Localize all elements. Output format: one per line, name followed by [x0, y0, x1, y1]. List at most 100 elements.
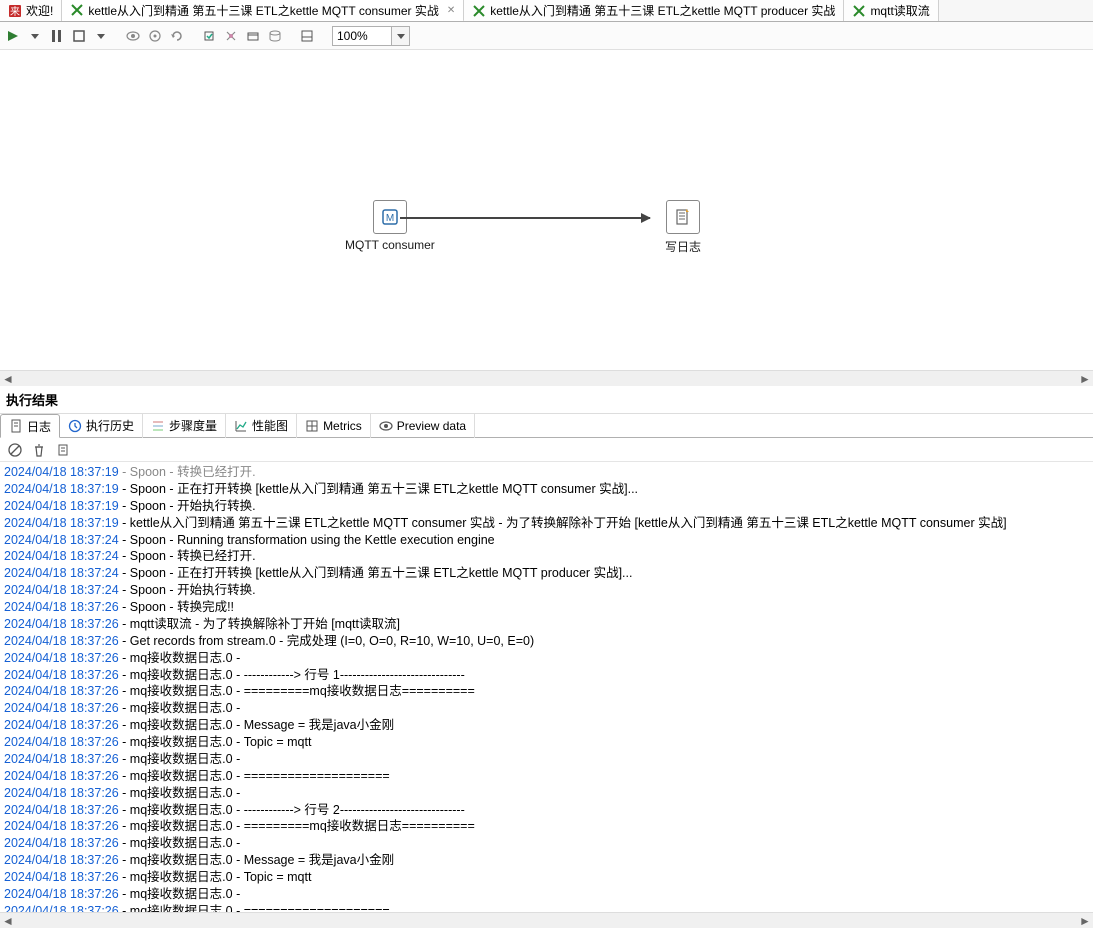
trans-icon [472, 4, 486, 18]
trans-icon [70, 3, 84, 17]
log-message: - mq接收数据日志.0 - Message = 我是java小金刚 [119, 853, 394, 867]
tab-label: 性能图 [252, 417, 288, 434]
log-toolbar [0, 438, 1093, 462]
zoom-input[interactable] [332, 26, 392, 46]
show-results-button[interactable] [298, 27, 316, 45]
log-timestamp: 2024/04/18 18:37:26 [4, 701, 119, 715]
tab-label: 欢迎! [26, 2, 53, 19]
replay-button[interactable] [168, 27, 186, 45]
results-tab-log[interactable]: 日志 [0, 414, 60, 438]
stop-button[interactable] [70, 27, 88, 45]
log-line: 2024/04/18 18:37:26 - mq接收数据日志.0 - Messa… [4, 852, 1089, 869]
doc-icon [9, 419, 23, 433]
results-tab-metrics[interactable]: Metrics [297, 414, 371, 438]
log-message: - Get records from stream.0 - 完成处理 (I=0,… [119, 634, 534, 648]
log-message: - mq接收数据日志.0 - Topic = mqtt [119, 735, 312, 749]
eye-icon [379, 421, 393, 431]
log-output[interactable]: 2024/04/18 18:37:19 - Spoon - 转换已经打开.202… [0, 462, 1093, 912]
log-line: 2024/04/18 18:37:26 - mq接收数据日志.0 - Topic… [4, 734, 1089, 751]
log-message: - mq接收数据日志.0 - [119, 752, 241, 766]
results-tab-preview[interactable]: Preview data [371, 414, 475, 438]
log-stop-button[interactable] [6, 441, 24, 459]
log-line: 2024/04/18 18:37:26 - mq接收数据日志.0 - [4, 650, 1089, 667]
log-message: - mq接收数据日志.0 - [119, 651, 241, 665]
tab-consumer[interactable]: kettle从入门到精通 第五十三课 ETL之kettle MQTT consu… [62, 0, 464, 22]
log-timestamp: 2024/04/18 18:37:26 [4, 668, 119, 682]
log-timestamp: 2024/04/18 18:37:26 [4, 634, 119, 648]
log-message: - mq接收数据日志.0 - =========mq接收数据日志========… [119, 819, 475, 833]
document-tabbar: 来 欢迎! kettle从入门到精通 第五十三课 ETL之kettle MQTT… [0, 0, 1093, 22]
log-message: - Spoon - Running transformation using t… [119, 533, 495, 547]
log-settings-button[interactable] [54, 441, 72, 459]
log-line: 2024/04/18 18:37:19 - Spoon - 转换已经打开. [4, 464, 1089, 481]
stop-dropdown[interactable] [92, 27, 110, 45]
tab-label: Preview data [397, 419, 466, 433]
log-timestamp: 2024/04/18 18:37:19 [4, 482, 119, 496]
tab-producer[interactable]: kettle从入门到精通 第五十三课 ETL之kettle MQTT produ… [464, 0, 844, 22]
write-log-icon [666, 200, 700, 234]
hop-arrow[interactable] [400, 217, 650, 219]
log-timestamp: 2024/04/18 18:37:26 [4, 803, 119, 817]
node-label: MQTT consumer [345, 238, 435, 252]
canvas-hscroll[interactable]: ◄ ► [0, 370, 1093, 386]
tab-label: kettle从入门到精通 第五十三课 ETL之kettle MQTT produ… [490, 2, 835, 19]
log-line: 2024/04/18 18:37:26 - mq接收数据日志.0 - [4, 886, 1089, 903]
run-button[interactable] [4, 27, 22, 45]
log-line: 2024/04/18 18:37:26 - mq接收数据日志.0 - -----… [4, 802, 1089, 819]
tab-welcome[interactable]: 来 欢迎! [0, 0, 62, 22]
welcome-icon: 来 [8, 4, 22, 18]
log-message: - mq接收数据日志.0 - ------------> 行号 1-------… [119, 668, 465, 682]
svg-text:M: M [386, 213, 394, 224]
log-line: 2024/04/18 18:37:19 - Spoon - 正在打开转换 [ke… [4, 481, 1089, 498]
log-line: 2024/04/18 18:37:26 - mq接收数据日志.0 - [4, 835, 1089, 852]
zoom-dropdown[interactable] [392, 26, 410, 46]
log-line: 2024/04/18 18:37:24 - Spoon - 开始执行转换. [4, 582, 1089, 599]
log-clear-button[interactable] [30, 441, 48, 459]
log-message: - mq接收数据日志.0 - Message = 我是java小金刚 [119, 718, 394, 732]
results-tab-stepmetrics[interactable]: 步骤度量 [143, 414, 226, 438]
preview-button[interactable] [124, 27, 142, 45]
transformation-canvas[interactable]: M MQTT consumer 写日志 [0, 50, 1093, 370]
log-timestamp: 2024/04/18 18:37:26 [4, 769, 119, 783]
debug-button[interactable] [146, 27, 164, 45]
tab-mqtt-read[interactable]: mqtt读取流 [844, 0, 938, 22]
log-line: 2024/04/18 18:37:26 - mqtt读取流 - 为了转换解除补丁… [4, 616, 1089, 633]
results-tabbar: 日志 执行历史 步骤度量 性能图 Metrics Preview data [0, 414, 1093, 438]
scroll-left-icon[interactable]: ◄ [0, 371, 16, 387]
pause-button[interactable] [48, 27, 66, 45]
log-timestamp: 2024/04/18 18:37:26 [4, 617, 119, 631]
tab-label: Metrics [323, 419, 362, 433]
results-title: 执行结果 [0, 386, 1093, 414]
log-line: 2024/04/18 18:37:26 - Get records from s… [4, 633, 1089, 650]
tab-label: kettle从入门到精通 第五十三课 ETL之kettle MQTT consu… [88, 2, 439, 19]
node-mqtt-consumer[interactable]: M MQTT consumer [345, 200, 435, 252]
log-timestamp: 2024/04/18 18:37:19 [4, 465, 119, 479]
run-dropdown[interactable] [26, 27, 44, 45]
close-icon[interactable]: ✕ [447, 5, 455, 16]
results-tab-history[interactable]: 执行历史 [60, 414, 143, 438]
log-message: - Spoon - 转换完成!! [119, 600, 234, 614]
log-timestamp: 2024/04/18 18:37:24 [4, 583, 119, 597]
scroll-left-icon[interactable]: ◄ [0, 913, 16, 929]
tab-label: 步骤度量 [169, 417, 217, 434]
log-message: - mq接收数据日志.0 - =========mq接收数据日志========… [119, 684, 475, 698]
impact-button[interactable] [222, 27, 240, 45]
tab-label: mqtt读取流 [870, 2, 929, 19]
log-timestamp: 2024/04/18 18:37:26 [4, 735, 119, 749]
node-write-log[interactable]: 写日志 [665, 200, 701, 255]
log-timestamp: 2024/04/18 18:37:26 [4, 600, 119, 614]
log-hscroll[interactable]: ◄ ► [0, 912, 1093, 928]
explore-button[interactable] [266, 27, 284, 45]
sql-button[interactable] [244, 27, 262, 45]
scroll-right-icon[interactable]: ► [1077, 913, 1093, 929]
log-message: - mq接收数据日志.0 - ==================== [119, 904, 390, 912]
log-timestamp: 2024/04/18 18:37:26 [4, 819, 119, 833]
verify-button[interactable] [200, 27, 218, 45]
scroll-right-icon[interactable]: ► [1077, 371, 1093, 387]
results-tab-perf[interactable]: 性能图 [226, 414, 297, 438]
log-line: 2024/04/18 18:37:19 - kettle从入门到精通 第五十三课… [4, 515, 1089, 532]
log-message: - Spoon - 转换已经打开. [119, 465, 256, 479]
log-timestamp: 2024/04/18 18:37:26 [4, 836, 119, 850]
log-line: 2024/04/18 18:37:26 - mq接收数据日志.0 - Messa… [4, 717, 1089, 734]
log-line: 2024/04/18 18:37:26 - Spoon - 转换完成!! [4, 599, 1089, 616]
